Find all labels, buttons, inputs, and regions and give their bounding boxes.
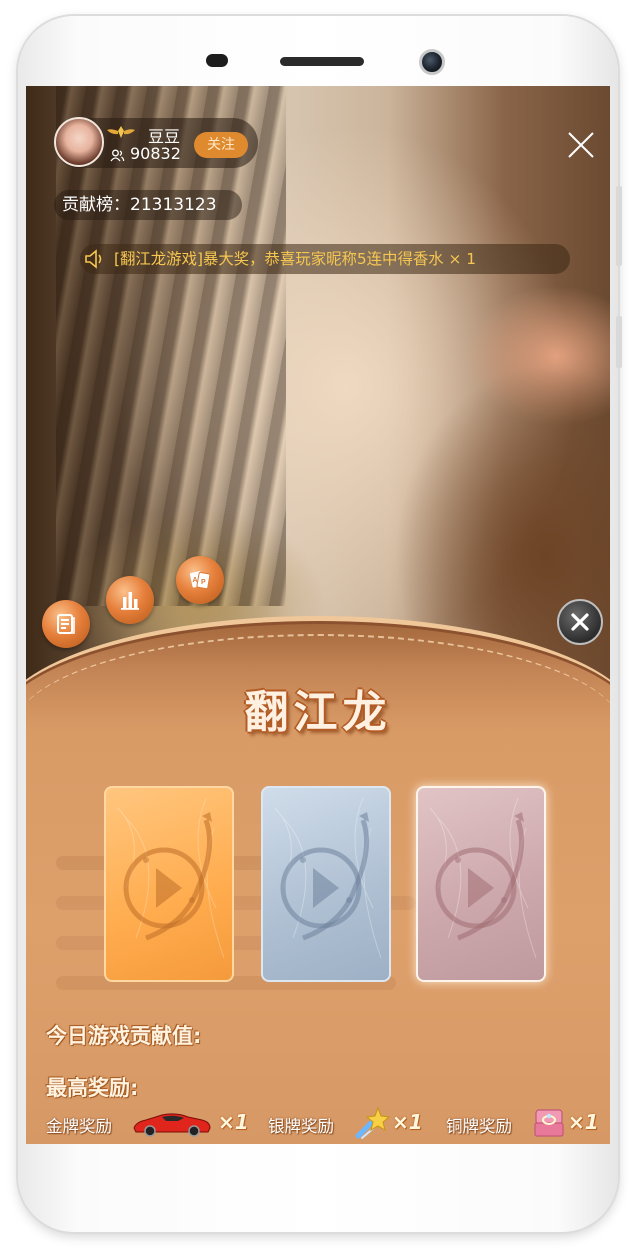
ranking-button[interactable]	[106, 576, 154, 624]
volume-button	[616, 186, 622, 266]
dragon-play-emblem-icon	[429, 797, 537, 959]
bar-chart-icon	[121, 592, 139, 610]
document-list-icon	[57, 614, 75, 634]
wings-badge-icon	[107, 126, 135, 138]
svg-text:P: P	[201, 579, 206, 586]
gold-reward-quantity: ×1	[218, 1110, 249, 1134]
game-title: 翻江龙	[244, 687, 392, 738]
bronze-reward-quantity: ×1	[568, 1110, 599, 1134]
power-button	[616, 316, 622, 368]
close-icon	[571, 613, 589, 631]
viewers-icon	[110, 149, 125, 162]
avatar[interactable]	[54, 117, 104, 167]
sensor-dot	[206, 54, 228, 67]
phone-frame: 豆豆 90832 关注 贡献榜：21313123 [翻江龙游戏]暴大奖，恭喜玩家…	[18, 16, 622, 1232]
silver-card[interactable]	[261, 786, 391, 982]
gold-card[interactable]	[104, 786, 234, 982]
dragon-play-emblem-icon	[117, 797, 225, 959]
viewer-count: 90832	[130, 144, 181, 163]
speaker-icon	[85, 249, 102, 269]
playing-cards-icon: A P	[189, 571, 211, 590]
game-list-button[interactable]	[42, 600, 90, 648]
dragon-play-emblem-icon	[274, 797, 382, 959]
gold-reward-label: 金牌奖励	[46, 1117, 112, 1136]
contribution-rank[interactable]: 贡献榜：21313123	[54, 190, 242, 220]
live-stream-screen: 豆豆 90832 关注 贡献榜：21313123 [翻江龙游戏]暴大奖，恭喜玩家…	[26, 86, 610, 1144]
sports-car-icon	[133, 1113, 211, 1137]
svg-text:A: A	[193, 577, 198, 584]
today-contribution-label: 今日游戏贡献值:	[46, 1024, 202, 1048]
close-stream-icon[interactable]	[566, 130, 596, 160]
announcement-text: [翻江龙游戏]暴大奖，恭喜玩家昵称5连中得香水 × 1	[114, 250, 477, 268]
shooting-star-icon	[355, 1106, 390, 1139]
bronze-card[interactable]	[416, 786, 546, 982]
panel-close-button[interactable]	[557, 599, 603, 645]
speaker-grille	[280, 57, 364, 66]
silver-reward-quantity: ×1	[392, 1110, 423, 1134]
max-reward-label: 最高奖励:	[46, 1076, 139, 1100]
cards-game-button[interactable]: A P	[176, 556, 224, 604]
follow-button[interactable]: 关注	[194, 132, 248, 158]
front-camera	[419, 49, 445, 75]
ring-box-icon	[534, 1109, 564, 1137]
bronze-reward-label: 铜牌奖励	[446, 1117, 512, 1136]
silver-reward-label: 银牌奖励	[268, 1117, 334, 1136]
